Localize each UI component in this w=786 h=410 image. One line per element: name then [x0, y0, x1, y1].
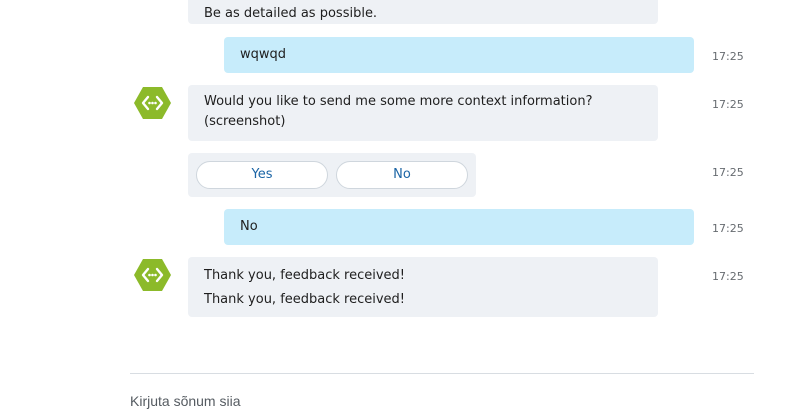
suggested-actions: Yes No [188, 153, 476, 197]
user-message-text: No [240, 219, 258, 234]
bot-avatar-icon [134, 259, 171, 291]
bot-avatar-icon [134, 87, 171, 119]
chat-transcript: Be as detailed as possible. wqwqd 17:25 … [0, 0, 786, 410]
bot-message-line: Thank you, feedback received! [204, 268, 406, 283]
user-message-text: wqwqd [240, 47, 287, 62]
message-timestamp: 17:25 [712, 270, 744, 283]
bot-message-line: Would you like to send me some more cont… [204, 94, 593, 109]
message-timestamp: 17:25 [712, 50, 744, 63]
message-input[interactable] [130, 392, 754, 410]
user-message: No [224, 209, 694, 245]
yes-button[interactable]: Yes [196, 161, 328, 189]
message-timestamp: 17:25 [712, 98, 744, 111]
message-timestamp: 17:25 [712, 166, 744, 179]
bot-message-question: Would you like to send me some more cont… [188, 85, 658, 141]
no-button[interactable]: No [336, 161, 468, 189]
bot-message-intro: Be as detailed as possible. [188, 0, 658, 24]
composer-divider [130, 373, 754, 374]
message-timestamp: 17:25 [712, 222, 744, 235]
bot-message-line: Thank you, feedback received! [204, 292, 406, 307]
bot-message-text: Be as detailed as possible. [204, 6, 378, 21]
bot-message-line: (screenshot) [204, 114, 286, 129]
user-message: wqwqd [224, 37, 694, 73]
bot-message-thanks: Thank you, feedback received! Thank you,… [188, 257, 658, 317]
